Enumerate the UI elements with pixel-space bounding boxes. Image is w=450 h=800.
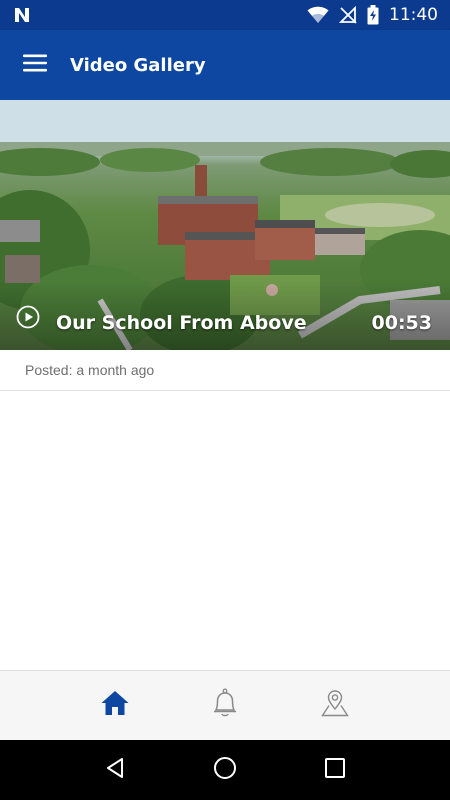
status-left	[12, 6, 32, 24]
battery-charging-icon	[367, 5, 379, 25]
n-logo-icon	[12, 6, 32, 24]
nav-location[interactable]	[310, 681, 360, 731]
nav-notifications[interactable]	[200, 681, 250, 731]
no-signal-icon	[339, 6, 357, 24]
video-duration: 00:53	[371, 312, 432, 334]
wifi-icon	[307, 6, 329, 24]
home-icon	[100, 689, 130, 722]
system-home-button[interactable]	[200, 745, 250, 795]
back-button[interactable]	[90, 745, 140, 795]
system-nav-bar	[0, 740, 450, 800]
page-title: Video Gallery	[70, 54, 206, 76]
video-title[interactable]: Our School From Above	[56, 312, 307, 334]
status-bar: 11:40	[0, 0, 450, 30]
posted-row: Posted: a month ago	[0, 350, 450, 391]
recents-button[interactable]	[310, 745, 360, 795]
play-icon[interactable]	[16, 305, 40, 334]
video-card[interactable]: Our School From Above 00:53 Posted: a mo…	[0, 100, 450, 391]
status-right: 11:40	[307, 5, 438, 25]
app-bar: Video Gallery	[0, 30, 450, 100]
bell-icon	[211, 688, 239, 723]
posted-date: Posted: a month ago	[25, 362, 155, 378]
bottom-nav	[0, 670, 450, 740]
menu-button[interactable]	[0, 30, 70, 100]
recents-icon	[323, 756, 347, 785]
home-circle-icon	[212, 755, 238, 786]
video-thumbnail[interactable]: Our School From Above 00:53	[0, 100, 450, 350]
back-icon	[103, 756, 127, 785]
status-time: 11:40	[389, 5, 438, 25]
map-pin-icon	[320, 688, 350, 723]
hamburger-icon	[22, 53, 48, 78]
nav-home[interactable]	[90, 681, 140, 731]
